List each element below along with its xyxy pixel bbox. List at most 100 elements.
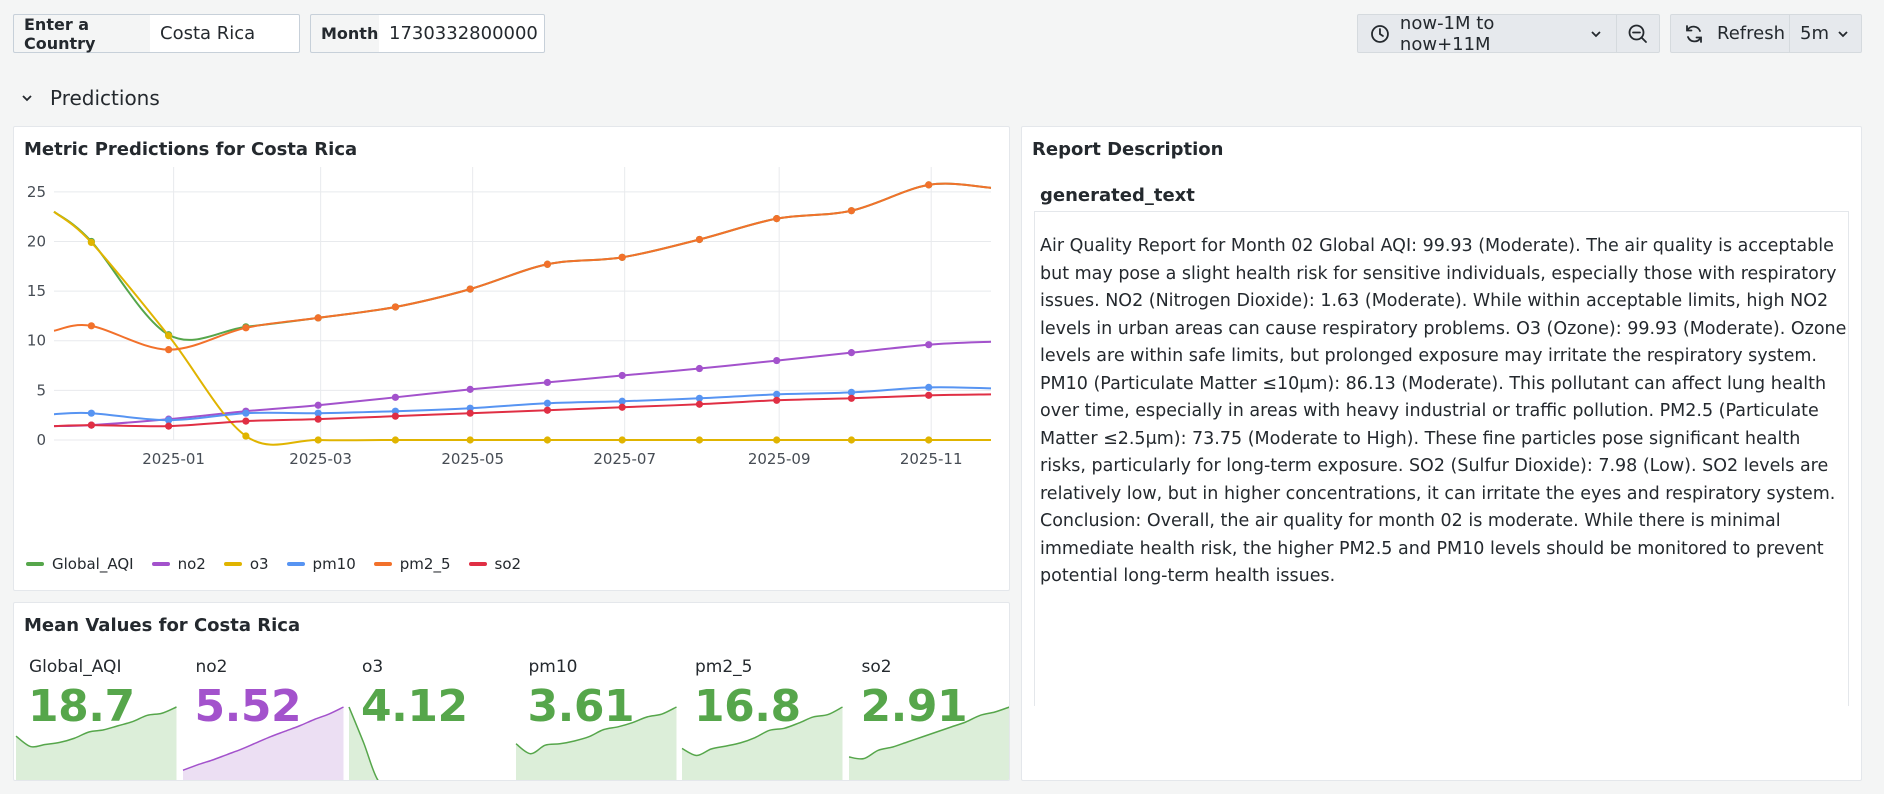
- data-point-so2: [242, 417, 250, 425]
- data-point-pm2_5: [925, 181, 933, 189]
- month-input-value: 1730332800000: [389, 23, 538, 44]
- stat-no2[interactable]: no2 5.52: [181, 647, 348, 780]
- table-column-header[interactable]: generated_text: [1040, 185, 1195, 206]
- data-point-pm2_5: [847, 207, 856, 215]
- legend-swatch: [373, 562, 392, 566]
- data-point-o3: [391, 436, 400, 444]
- stat-Global_AQI[interactable]: Global_AQI 18.7: [14, 647, 181, 780]
- country-label-text: Enter a Country: [24, 14, 96, 53]
- data-point-pm2_5: [242, 324, 250, 332]
- refresh-icon: [1686, 24, 1702, 43]
- stat-name: o3: [362, 657, 384, 677]
- legend-label: no2: [177, 555, 206, 573]
- y-tick-label: 5: [36, 381, 46, 399]
- stat-name: no2: [195, 657, 228, 677]
- stat-name: pm2_5: [695, 657, 753, 677]
- stat-o3[interactable]: o3 4.12: [347, 647, 514, 780]
- data-point-no2: [314, 401, 322, 409]
- stat-value: 18.7: [28, 681, 135, 732]
- x-tick-label: 2025-11: [900, 450, 963, 468]
- legend-swatch: [223, 562, 242, 566]
- x-tick-label: 2025-09: [748, 450, 811, 468]
- data-point-so2: [847, 394, 856, 402]
- chevron-down-icon: [1591, 30, 1601, 37]
- legend-swatch: [151, 562, 170, 566]
- data-point-o3: [773, 436, 781, 444]
- header-divider: [1034, 211, 1849, 212]
- data-point-no2: [618, 371, 626, 380]
- legend-item-Global_AQI[interactable]: Global_AQI: [26, 555, 134, 573]
- legend-label: so2: [494, 555, 522, 573]
- panel-title: Metric Predictions for Costa Rica: [24, 139, 358, 160]
- stat-name: Global_AQI: [29, 657, 122, 677]
- chevron-down-icon: [1838, 30, 1848, 37]
- refresh-button[interactable]: Refresh: [1670, 14, 1790, 53]
- line-chart: 0 5 10 15 20 25 2025-01 2025-03 2025-05 2025-07 20…: [27, 167, 992, 468]
- row-title: Predictions: [50, 86, 160, 110]
- time-range-text: now-1M to now+11M: [1399, 12, 1495, 55]
- panel-title: Mean Values for Costa Rica: [24, 615, 301, 636]
- cell-border-left: [1034, 211, 1035, 706]
- data-point-pm2_5: [87, 322, 95, 330]
- country-variable-label: Enter a Country: [13, 14, 151, 53]
- x-tick-label: 2025-01: [142, 450, 205, 468]
- data-point-so2: [695, 400, 704, 408]
- month-input[interactable]: 1730332800000: [379, 14, 545, 53]
- legend-item-so2[interactable]: so2: [468, 555, 522, 573]
- data-point-so2: [618, 403, 626, 411]
- stat-value: 5.52: [194, 681, 302, 732]
- mean-values-panel: Mean Values for Costa Rica Global_AQI 18.…: [13, 602, 1010, 781]
- country-input-value: Costa Rica: [160, 23, 256, 44]
- stat-pm2_5[interactable]: pm2_5 16.8: [680, 647, 847, 780]
- country-input[interactable]: Costa Rica: [150, 14, 300, 53]
- stat-name: pm10: [528, 657, 578, 677]
- y-tick-label: 0: [36, 431, 46, 449]
- legend-label: Global_AQI: [52, 555, 134, 573]
- row-collapse-toggle[interactable]: Predictions: [20, 84, 160, 112]
- x-tick-label: 2025-03: [289, 450, 352, 468]
- y-tick-label: 10: [27, 332, 46, 350]
- clock-icon: [1371, 24, 1389, 43]
- legend-item-no2[interactable]: no2: [151, 555, 206, 573]
- data-point-so2: [925, 391, 933, 399]
- stat-so2[interactable]: so2 2.91: [847, 647, 1009, 780]
- y-tick-label: 20: [27, 232, 46, 250]
- stat-pm10[interactable]: pm10 3.61: [514, 647, 681, 780]
- data-point-pm10: [925, 383, 933, 391]
- refresh-interval-picker[interactable]: 5m: [1789, 14, 1862, 53]
- data-point-o3: [314, 436, 322, 444]
- data-point-no2: [695, 364, 704, 373]
- data-point-pm2_5: [543, 260, 552, 268]
- legend-label: pm2_5: [399, 555, 451, 573]
- zoom-out-button[interactable]: [1617, 14, 1660, 53]
- x-tick-label: 2025-07: [593, 450, 656, 468]
- data-point-no2: [773, 356, 781, 365]
- month-variable-label: Month: [310, 14, 380, 53]
- refresh-label: Refresh: [1717, 23, 1785, 44]
- data-point-o3: [165, 332, 173, 340]
- series-line-o3: [53, 210, 991, 446]
- legend-item-pm10[interactable]: pm10: [286, 555, 356, 573]
- data-point-no2: [391, 393, 400, 401]
- data-point-o3: [618, 436, 626, 444]
- data-point-pm2_5: [773, 215, 781, 223]
- legend-swatch: [26, 562, 44, 566]
- panel-title: Report Description: [1032, 139, 1224, 160]
- metric-predictions-panel: Metric Predictions for Costa Rica 0 5 10 15…: [13, 126, 1010, 591]
- data-point-o3: [87, 238, 95, 247]
- month-label-text: Month: [321, 24, 379, 43]
- legend-label: pm10: [312, 555, 356, 573]
- data-point-no2: [847, 349, 856, 357]
- data-point-so2: [391, 412, 400, 420]
- data-point-o3: [543, 436, 552, 444]
- data-point-so2: [87, 421, 95, 429]
- data-point-no2: [925, 341, 933, 349]
- legend-item-pm2_5[interactable]: pm2_5: [373, 555, 451, 573]
- time-range-picker[interactable]: now-1M to now+11M: [1357, 12, 1617, 55]
- zoom-out-icon: [1628, 24, 1647, 43]
- data-point-o3: [242, 432, 250, 440]
- stat-grid: Global_AQI 18.7 no2 5.52 o3 4.12 pm10 3.61 pm2_5…: [14, 647, 1009, 780]
- data-point-pm10: [87, 409, 95, 417]
- data-point-pm2_5: [391, 303, 400, 311]
- legend-item-o3[interactable]: o3: [223, 555, 269, 573]
